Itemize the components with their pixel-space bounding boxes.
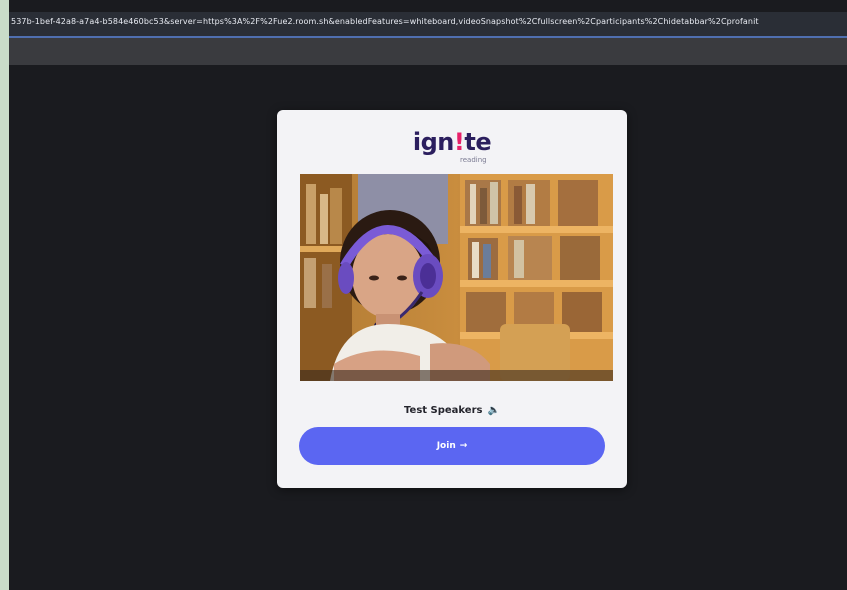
ignite-logo: ign!te	[277, 130, 627, 154]
toolbar	[9, 38, 847, 65]
address-bar[interactable]: 537b-1bef-42a8-a7a4-b584e460bc53&server=…	[9, 12, 847, 38]
test-speakers-label: Test Speakers	[404, 405, 483, 416]
arrow-right-icon: →	[459, 441, 468, 451]
logo-subtitle: reading	[460, 156, 487, 164]
logo-bang: !	[453, 128, 465, 156]
photo-illustration	[300, 174, 613, 381]
url-text: 537b-1bef-42a8-a7a4-b584e460bc53&server=…	[11, 17, 759, 26]
speaker-icon: 🔈	[487, 405, 500, 416]
logo-prefix: ign	[412, 128, 455, 156]
join-card: ign!te reading Test Speakers 🔈 Join →	[277, 110, 627, 488]
test-speakers-button[interactable]: Test Speakers 🔈	[277, 405, 627, 416]
window-left-edge	[0, 0, 9, 590]
join-button[interactable]: Join →	[299, 427, 605, 465]
logo-suffix: te	[464, 128, 492, 156]
join-label: Join	[436, 441, 456, 451]
preview-photo	[300, 174, 613, 381]
